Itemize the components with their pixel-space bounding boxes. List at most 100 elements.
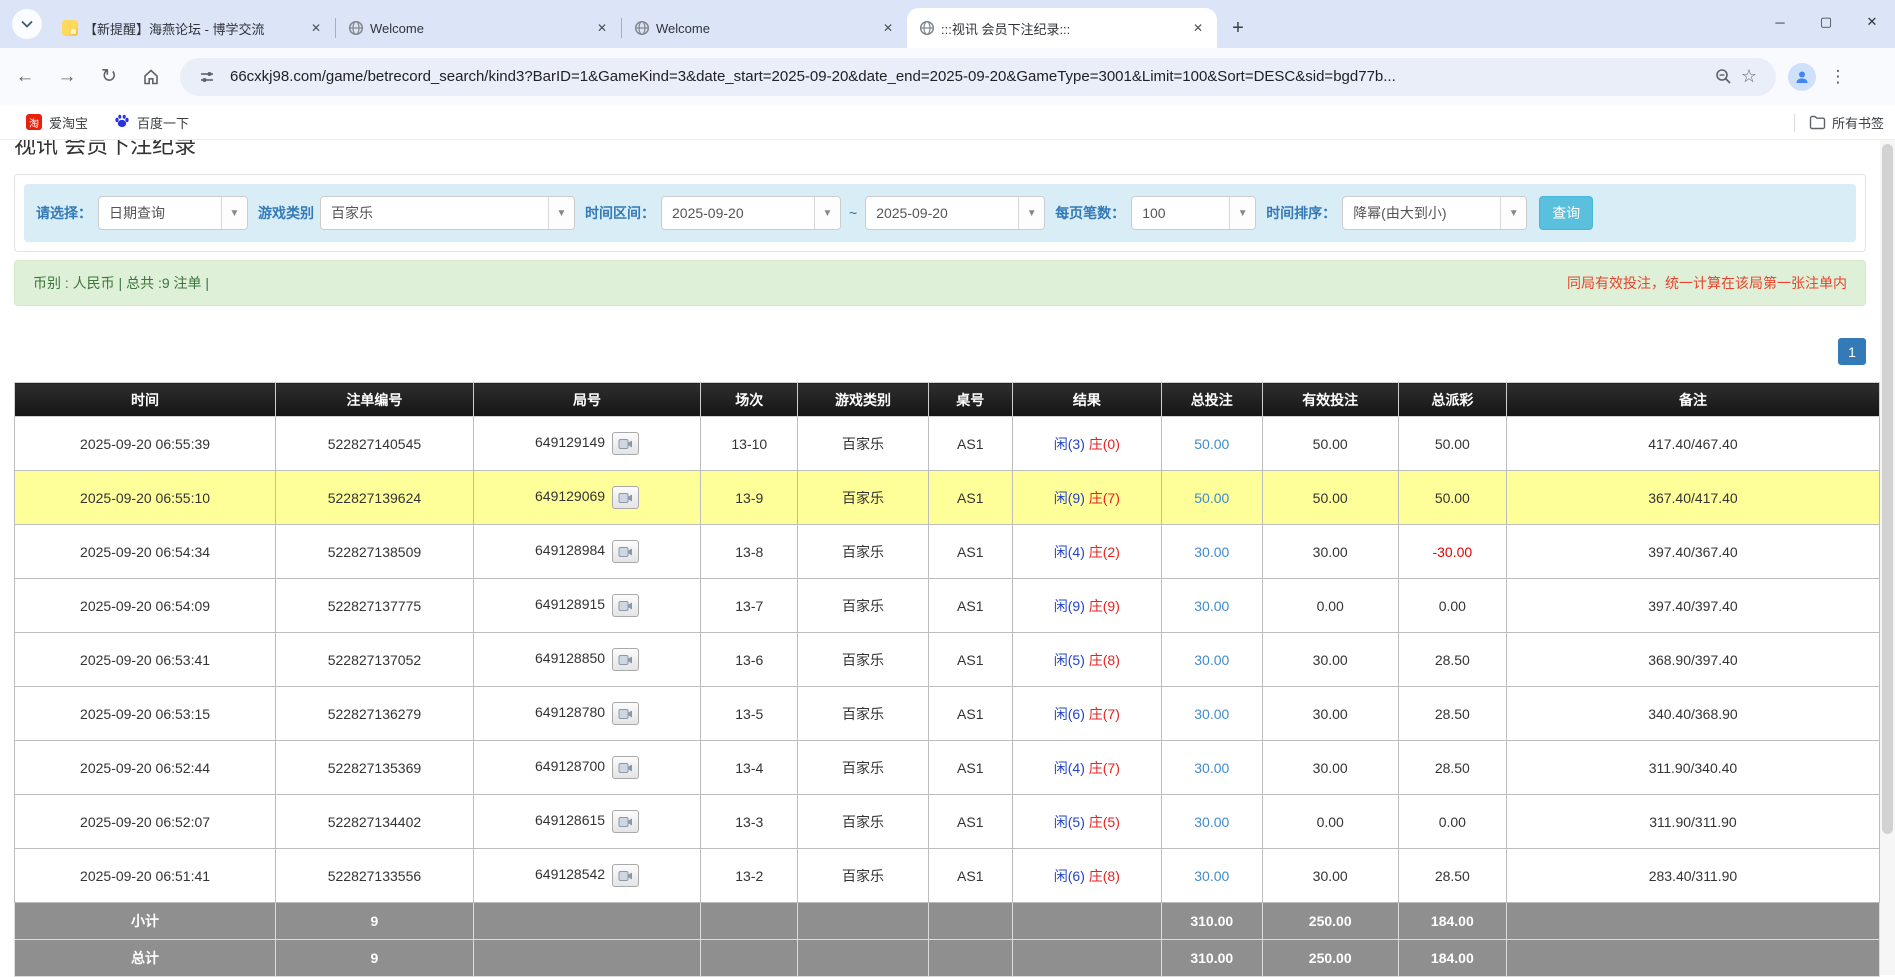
cell-round-id: 649128700 <box>473 741 701 795</box>
cell-session: 13-7 <box>701 579 798 633</box>
page-scrollbar[interactable] <box>1880 140 1895 975</box>
summary-row: 小计 9 310.00 250.00 184.00 <box>15 903 1880 940</box>
home-button[interactable] <box>134 60 168 94</box>
cell-note: 397.40/397.40 <box>1506 579 1879 633</box>
browser-menu-icon[interactable]: ⋮ <box>1826 67 1850 87</box>
summary-label: 小计 <box>15 903 276 940</box>
cell-total-bet[interactable]: 30.00 <box>1161 849 1262 903</box>
new-tab-button[interactable]: + <box>1223 13 1253 43</box>
cell-round-id: 649128984 <box>473 525 701 579</box>
cell-bet-id: 522827138509 <box>276 525 474 579</box>
round-detail-button[interactable] <box>612 702 639 725</box>
cell-total-bet[interactable]: 30.00 <box>1161 525 1262 579</box>
maximize-button[interactable]: ▢ <box>1803 0 1849 44</box>
table-row: 2025-09-20 06:55:39 522827140545 6491291… <box>15 417 1880 471</box>
tab-close-icon[interactable]: ✕ <box>1189 19 1207 37</box>
search-button[interactable]: 查询 <box>1539 196 1593 230</box>
cell-result: 闲(6) 庄(8) <box>1012 849 1161 903</box>
cell-total-bet[interactable]: 30.00 <box>1161 741 1262 795</box>
table-row: 2025-09-20 06:54:34 522827138509 6491289… <box>15 525 1880 579</box>
tab-search-button[interactable] <box>12 9 42 39</box>
cell-total-bet[interactable]: 30.00 <box>1161 687 1262 741</box>
bookmark-taobao[interactable]: 淘 爱淘宝 <box>26 113 88 132</box>
cell-table-no: AS1 <box>928 849 1012 903</box>
bookmark-baidu[interactable]: 百度一下 <box>114 113 189 132</box>
forum-favicon-icon <box>62 20 78 36</box>
video-record-icon <box>618 762 633 774</box>
sort-select[interactable]: 降幂(由大到小) ▼ <box>1342 196 1527 230</box>
table-row: 2025-09-20 06:53:41 522827137052 6491288… <box>15 633 1880 687</box>
game-kind-label: 游戏类别 <box>258 203 314 223</box>
all-bookmarks-label: 所有书签 <box>1832 113 1884 132</box>
game-kind-select[interactable]: 百家乐 ▼ <box>320 196 575 230</box>
column-header: 局号 <box>473 383 701 417</box>
cell-total-bet[interactable]: 30.00 <box>1161 633 1262 687</box>
tab-close-icon[interactable]: ✕ <box>593 19 611 37</box>
table-row: 2025-09-20 06:51:41 522827133556 6491285… <box>15 849 1880 903</box>
round-detail-button[interactable] <box>612 756 639 779</box>
zoom-icon[interactable] <box>1710 64 1736 90</box>
minimize-button[interactable]: ─ <box>1757 0 1803 44</box>
cell-payout: 0.00 <box>1398 795 1506 849</box>
all-bookmarks-button[interactable]: 所有书签 <box>1809 113 1895 132</box>
query-type-select[interactable]: 日期查询 ▼ <box>98 196 248 230</box>
cell-payout: 50.00 <box>1398 471 1506 525</box>
back-button[interactable]: ← <box>8 60 42 94</box>
bookmark-star-icon[interactable]: ☆ <box>1736 64 1762 90</box>
cell-game-kind: 百家乐 <box>798 795 929 849</box>
cell-valid-bet: 30.00 <box>1262 633 1398 687</box>
round-detail-button[interactable] <box>612 486 639 509</box>
cell-payout: 0.00 <box>1398 579 1506 633</box>
site-info-icon[interactable] <box>194 64 220 90</box>
cell-session: 13-2 <box>701 849 798 903</box>
round-detail-button[interactable] <box>612 648 639 671</box>
tab-title: Welcome <box>370 21 587 36</box>
window-close-button[interactable]: ✕ <box>1849 0 1895 44</box>
cell-total-bet[interactable]: 50.00 <box>1161 471 1262 525</box>
tab-bet-records-active[interactable]: :::视讯 会员下注纪录::: ✕ <box>907 8 1217 48</box>
video-record-icon <box>618 816 633 828</box>
reload-button[interactable]: ↻ <box>92 60 126 94</box>
date-end-select[interactable]: 2025-09-20 ▼ <box>865 196 1045 230</box>
cell-payout: -30.00 <box>1398 525 1506 579</box>
scrollbar-thumb[interactable] <box>1882 144 1893 834</box>
per-page-select[interactable]: 100 ▼ <box>1131 196 1256 230</box>
date-range-tilde: ~ <box>849 205 857 221</box>
cell-total-bet[interactable]: 50.00 <box>1161 417 1262 471</box>
round-detail-button[interactable] <box>612 594 639 617</box>
cell-bet-id: 522827134402 <box>276 795 474 849</box>
bet-records-table: 时间注单编号局号场次游戏类别桌号结果总投注有效投注总派彩备注 2025-09-2… <box>14 382 1880 977</box>
round-detail-button[interactable] <box>612 810 639 833</box>
cell-bet-id: 522827137775 <box>276 579 474 633</box>
table-row: 2025-09-20 06:53:15 522827136279 6491287… <box>15 687 1880 741</box>
cell-valid-bet: 50.00 <box>1262 417 1398 471</box>
table-row: 2025-09-20 06:55:10 522827139624 6491290… <box>15 471 1880 525</box>
sort-label: 时间排序： <box>1266 203 1336 223</box>
round-detail-button[interactable] <box>612 540 639 563</box>
round-detail-button[interactable] <box>612 432 639 455</box>
column-header: 结果 <box>1012 383 1161 417</box>
tab-welcome-1[interactable]: Welcome ✕ <box>336 8 621 48</box>
cell-session: 13-8 <box>701 525 798 579</box>
page-1-button[interactable]: 1 <box>1838 338 1866 365</box>
tab-welcome-2[interactable]: Welcome ✕ <box>622 8 907 48</box>
tab-close-icon[interactable]: ✕ <box>879 19 897 37</box>
date-start-select[interactable]: 2025-09-20 ▼ <box>661 196 841 230</box>
round-detail-button[interactable] <box>612 864 639 887</box>
tab-close-icon[interactable]: ✕ <box>307 19 325 37</box>
bookmark-label: 爱淘宝 <box>49 113 88 132</box>
tab-forum[interactable]: 【新提醒】海燕论坛 - 博学交流 ✕ <box>50 8 335 48</box>
cell-total-bet[interactable]: 30.00 <box>1161 579 1262 633</box>
forward-button[interactable]: → <box>50 60 84 94</box>
tab-title: :::视讯 会员下注纪录::: <box>941 19 1183 38</box>
profile-avatar[interactable] <box>1788 63 1816 91</box>
cell-time: 2025-09-20 06:51:41 <box>15 849 276 903</box>
cell-note: 368.90/397.40 <box>1506 633 1879 687</box>
home-icon <box>142 68 160 86</box>
date-range-label: 时间区间： <box>585 203 655 223</box>
cell-result: 闲(4) 庄(7) <box>1012 741 1161 795</box>
cell-valid-bet: 0.00 <box>1262 579 1398 633</box>
cell-total-bet[interactable]: 30.00 <box>1161 795 1262 849</box>
cell-result: 闲(4) 庄(2) <box>1012 525 1161 579</box>
address-bar[interactable]: 66cxkj98.com/game/betrecord_search/kind3… <box>180 58 1776 96</box>
